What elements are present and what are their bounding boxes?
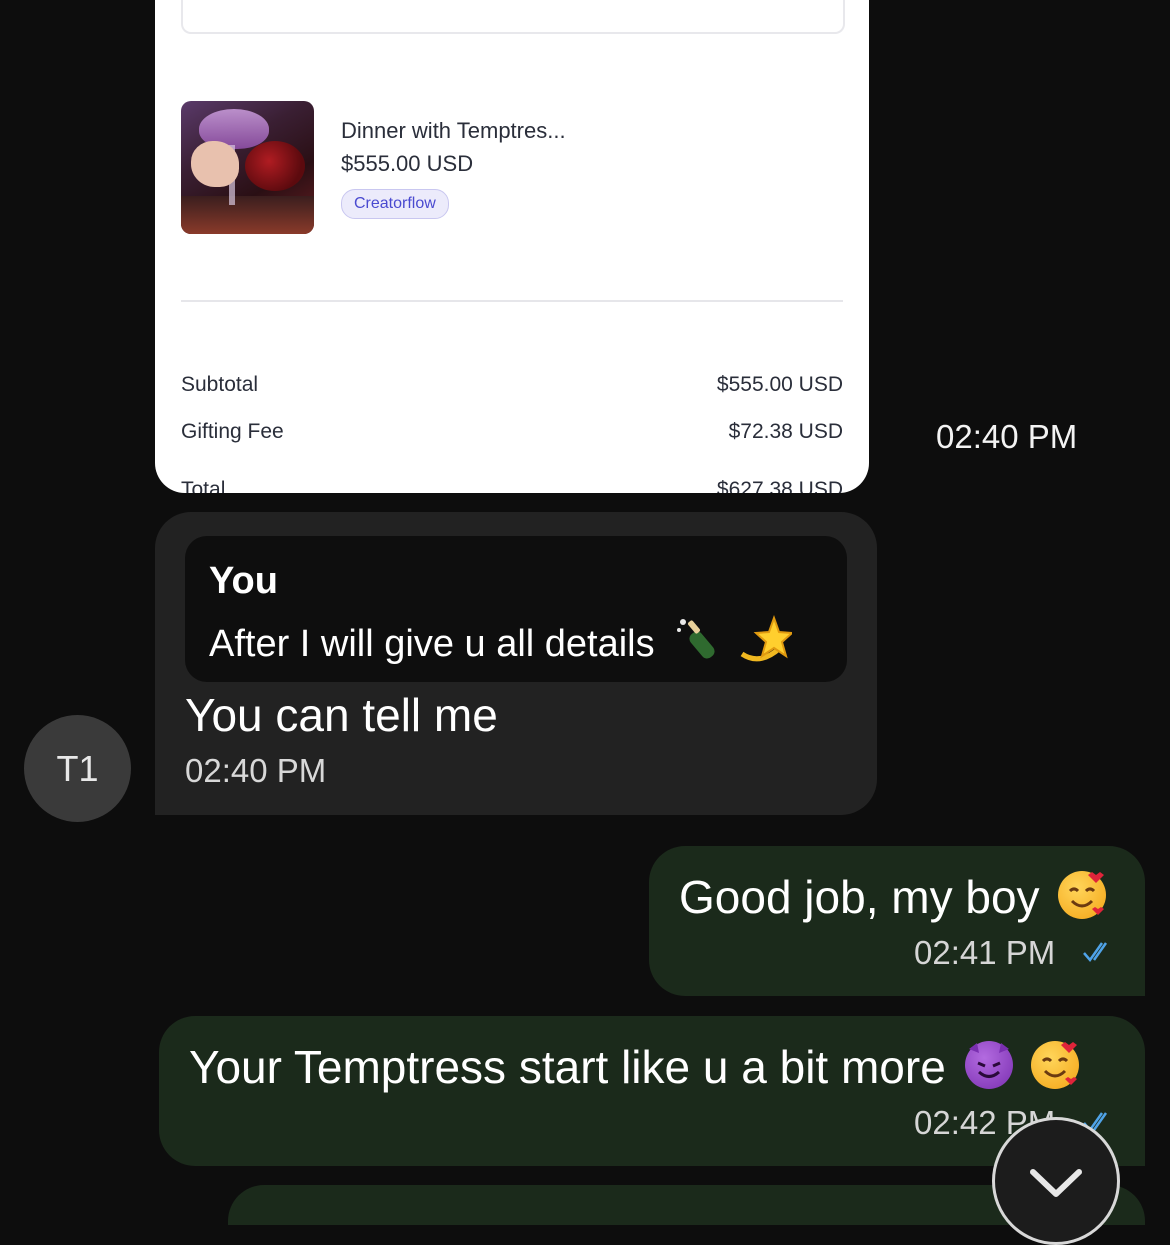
total-label: Total	[181, 478, 226, 493]
scroll-to-bottom-button[interactable]	[992, 1117, 1120, 1245]
incoming-message-bubble[interactable]: You After I will give u all details You …	[155, 512, 877, 815]
incoming-message-text: You can tell me	[185, 689, 498, 741]
outgoing-message-content: Your Temptress start like u a bit more	[189, 1041, 946, 1093]
outgoing-message-text: Good job, my boy	[679, 870, 1107, 924]
incoming-message-time: 02:40 PM	[185, 752, 327, 789]
receipt-image[interactable]: Dinner with Temptres... $555.00 USD Crea…	[155, 0, 869, 493]
receipt-top-box	[181, 0, 845, 34]
reply-quote[interactable]: You After I will give u all details	[185, 536, 847, 682]
quote-author: You	[209, 560, 278, 602]
bottle-with-popping-cork-icon	[677, 619, 715, 659]
subtotal-label: Subtotal	[181, 373, 259, 396]
product-price: $555.00 USD	[341, 151, 474, 176]
outgoing-message-bubble[interactable]: Good job, my boy 02:41 PM	[649, 846, 1145, 996]
avatar-initials: T1	[56, 747, 99, 789]
outgoing-message-time: 02:41 PM	[914, 934, 1056, 971]
product-tag-badge: Creatorflow	[341, 189, 449, 219]
dizzy-star-icon	[740, 615, 795, 662]
smiling-face-with-horns-icon	[964, 1041, 1013, 1089]
smiling-face-with-hearts-icon	[1031, 1041, 1080, 1089]
gifting-fee-label: Gifting Fee	[181, 420, 284, 443]
product-thumbnail	[181, 101, 314, 234]
subtotal-value: $555.00 USD	[716, 373, 843, 396]
receipt-divider	[181, 300, 843, 302]
receipt-timestamp: 02:40 PM	[936, 418, 1078, 455]
quote-text: After I will give u all details	[209, 614, 795, 666]
chevron-down-icon	[1030, 1169, 1082, 1197]
total-value: $627.38 USD	[716, 478, 843, 493]
product-name: Dinner with Temptres...	[341, 118, 566, 143]
gifting-fee-value: $72.38 USD	[728, 420, 843, 443]
smiling-face-with-hearts-icon	[1058, 871, 1107, 919]
read-receipt-icon	[1083, 942, 1108, 963]
sender-avatar[interactable]: T1	[24, 715, 131, 822]
quote-text-content: After I will give u all details	[209, 623, 655, 665]
outgoing-message-content: Good job, my boy	[679, 871, 1040, 923]
outgoing-message-text: Your Temptress start like u a bit more	[189, 1040, 1080, 1094]
